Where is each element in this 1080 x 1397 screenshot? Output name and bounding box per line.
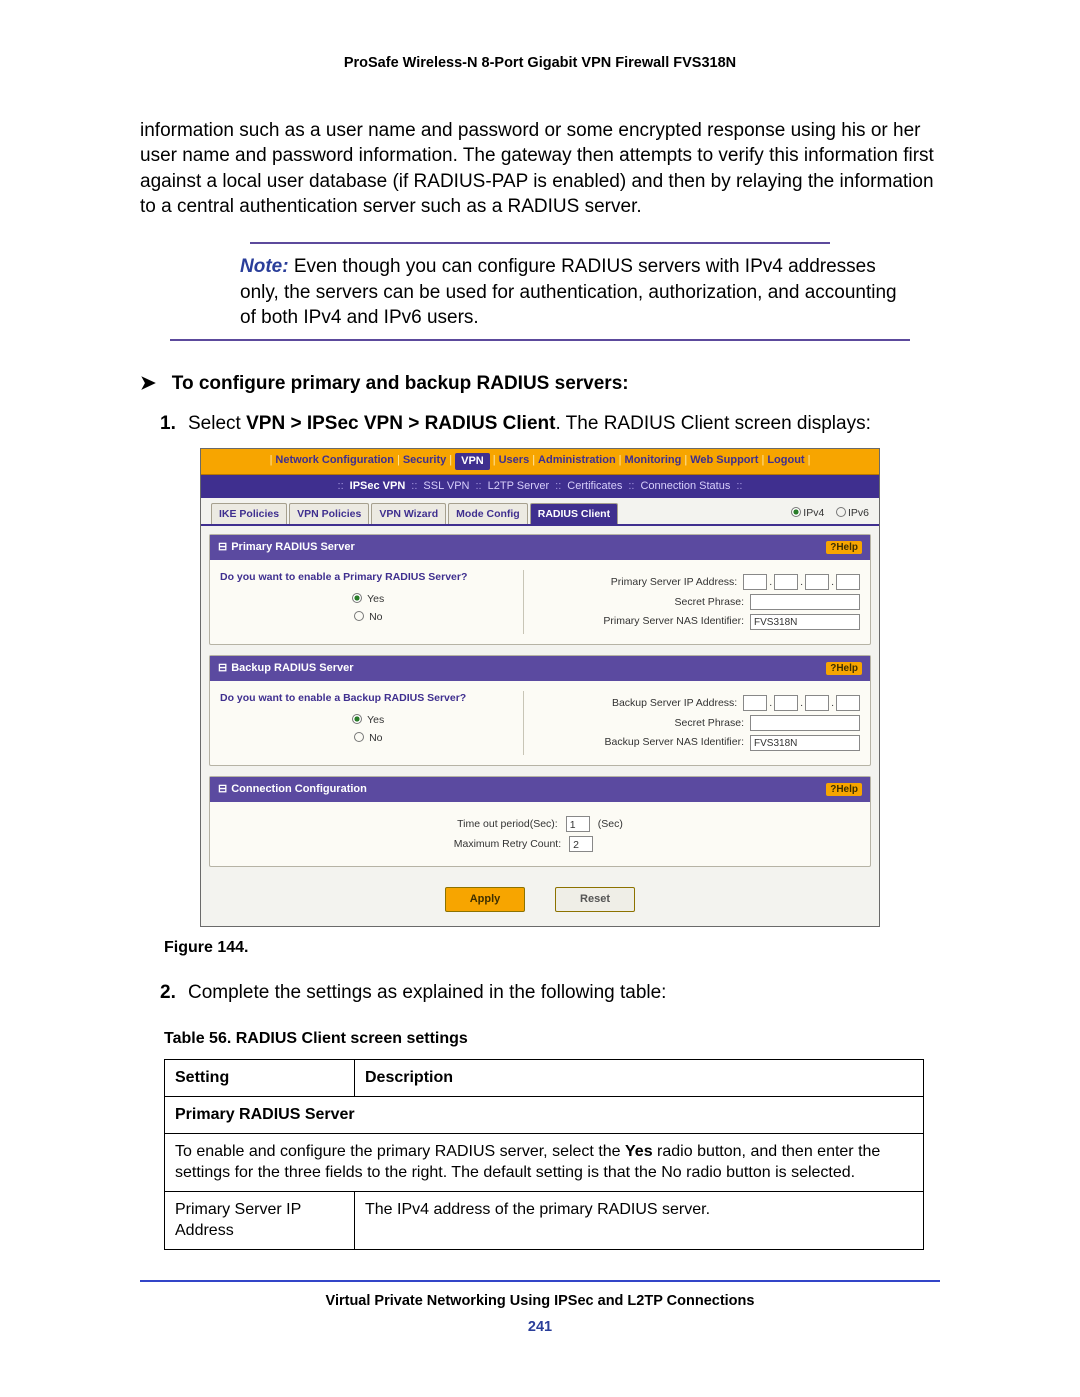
- nav-item[interactable]: Monitoring: [625, 453, 682, 470]
- footer-title: Virtual Private Networking Using IPSec a…: [140, 1292, 940, 1312]
- primary-nas-input[interactable]: FVS318N: [750, 614, 860, 630]
- ipv4-label: IPv4: [803, 507, 824, 519]
- tab-ike-policies[interactable]: IKE Policies: [211, 503, 287, 524]
- table-row: Primary Server IP Address The IPv4 addre…: [165, 1191, 924, 1249]
- primary-ip-label: Primary Server IP Address:: [534, 575, 738, 589]
- ipv6-label: IPv6: [848, 507, 869, 519]
- timeout-input[interactable]: 1: [566, 816, 590, 832]
- subnav-item[interactable]: Connection Status: [640, 479, 730, 494]
- backup-ip-label: Backup Server IP Address:: [534, 696, 738, 710]
- retry-label: Maximum Retry Count:: [454, 837, 561, 851]
- backup-secret-label: Secret Phrase:: [534, 716, 744, 730]
- th-setting: Setting: [165, 1060, 355, 1097]
- collapse-icon[interactable]: ⊟: [218, 662, 227, 674]
- page-number: 241: [140, 1318, 940, 1338]
- figure-caption: Figure 144.: [164, 937, 940, 959]
- table-section-desc: To enable and configure the primary RADI…: [165, 1133, 924, 1191]
- sub-nav: :: IPSec VPN:: SSL VPN:: L2TP Server:: C…: [201, 475, 879, 498]
- tab-bar: IKE Policies VPN Policies VPN Wizard Mod…: [211, 503, 618, 524]
- procedure-heading: ➤ To configure primary and backup RADIUS…: [140, 371, 940, 397]
- panel-primary-radius: ⊟ Primary RADIUS Server ?Help Do you want…: [209, 534, 871, 645]
- nav-item[interactable]: Security: [403, 453, 446, 470]
- note-label: Note:: [240, 256, 289, 277]
- panel-backup-radius: ⊟ Backup RADIUS Server ?Help Do you want …: [209, 655, 871, 766]
- timeout-unit: (Sec): [598, 817, 623, 831]
- reset-button[interactable]: Reset: [555, 887, 635, 912]
- timeout-label: Time out period(Sec):: [457, 817, 558, 831]
- help-button[interactable]: ?Help: [826, 541, 862, 555]
- tab-vpn-wizard[interactable]: VPN Wizard: [371, 503, 446, 524]
- table-caption: Table 56. RADIUS Client screen settings: [164, 1028, 940, 1050]
- note-text: Even though you can configure RADIUS ser…: [240, 256, 897, 328]
- primary-ip-input[interactable]: ...: [743, 574, 860, 590]
- enable-primary-question: Do you want to enable a Primary RADIUS S…: [220, 570, 517, 584]
- subnav-item[interactable]: L2TP Server: [488, 479, 550, 494]
- panel-connection-config: ⊟ Connection Configuration ?Help Time out…: [209, 776, 871, 867]
- collapse-icon[interactable]: ⊟: [218, 783, 227, 795]
- intro-paragraph: information such as a user name and pass…: [140, 118, 940, 221]
- step-2: 2. Complete the settings as explained in…: [160, 980, 940, 1006]
- th-description: Description: [355, 1060, 924, 1097]
- primary-yes-radio[interactable]: [352, 593, 362, 603]
- help-button[interactable]: ?Help: [826, 662, 862, 676]
- primary-secret-input[interactable]: [750, 594, 860, 610]
- doc-title: ProSafe Wireless-N 8-Port Gigabit VPN Fi…: [140, 54, 940, 74]
- table-section-header: Primary RADIUS Server: [165, 1096, 924, 1133]
- retry-input[interactable]: 2: [569, 836, 593, 852]
- apply-button[interactable]: Apply: [445, 887, 525, 912]
- tab-radius-client[interactable]: RADIUS Client: [530, 503, 618, 524]
- subnav-item[interactable]: SSL VPN: [423, 479, 469, 494]
- nav-item[interactable]: Administration: [538, 453, 616, 470]
- panel-title: Connection Configuration: [231, 783, 367, 795]
- nav-item[interactable]: Web Support: [690, 453, 758, 470]
- nav-item-selected[interactable]: VPN: [455, 453, 490, 470]
- tab-vpn-policies[interactable]: VPN Policies: [289, 503, 369, 524]
- backup-nas-label: Backup Server NAS Identifier:: [534, 737, 744, 749]
- backup-secret-input[interactable]: [750, 715, 860, 731]
- ipv6-radio[interactable]: [836, 507, 846, 517]
- subnav-item-selected[interactable]: IPSec VPN: [350, 479, 406, 494]
- nav-item[interactable]: Network Configuration: [275, 453, 394, 470]
- note-block: Note: Even though you can configure RADI…: [140, 242, 940, 341]
- nav-item[interactable]: Logout: [767, 453, 804, 470]
- backup-yes-radio[interactable]: [352, 714, 362, 724]
- enable-backup-question: Do you want to enable a Backup RADIUS Se…: [220, 691, 517, 705]
- embedded-screenshot: | Network Configuration| Security| VPN| …: [200, 448, 880, 926]
- main-nav: | Network Configuration| Security| VPN| …: [201, 449, 879, 475]
- backup-no-radio[interactable]: [354, 732, 364, 742]
- ipv4-radio[interactable]: [791, 507, 801, 517]
- primary-secret-label: Secret Phrase:: [534, 595, 744, 609]
- collapse-icon[interactable]: ⊟: [218, 541, 227, 553]
- nav-item[interactable]: Users: [499, 453, 530, 470]
- step-1: 1. Select VPN > IPSec VPN > RADIUS Clien…: [160, 411, 940, 437]
- help-button[interactable]: ?Help: [826, 783, 862, 797]
- settings-table: Setting Description Primary RADIUS Serve…: [164, 1059, 924, 1250]
- tab-mode-config[interactable]: Mode Config: [448, 503, 528, 524]
- panel-title: Backup RADIUS Server: [231, 662, 353, 674]
- arrow-icon: ➤: [140, 373, 156, 394]
- primary-nas-label: Primary Server NAS Identifier:: [534, 616, 744, 628]
- primary-no-radio[interactable]: [354, 611, 364, 621]
- backup-nas-input[interactable]: FVS318N: [750, 735, 860, 751]
- subnav-item[interactable]: Certificates: [567, 479, 622, 494]
- backup-ip-input[interactable]: ...: [743, 695, 860, 711]
- panel-title: Primary RADIUS Server: [231, 541, 355, 553]
